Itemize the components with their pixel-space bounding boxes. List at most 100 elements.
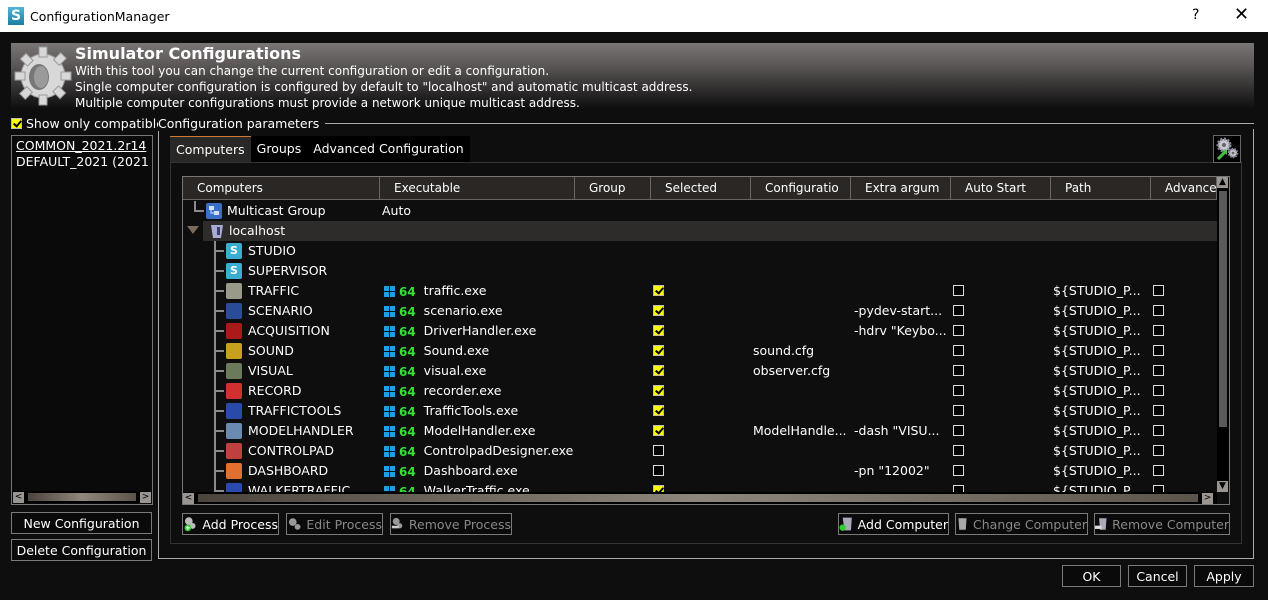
column-header-computers[interactable]: Computers xyxy=(183,177,380,200)
configuration-list[interactable]: COMMON_2021.2r14 DEFAULT_2021 (2021 < > xyxy=(11,135,153,505)
multicast-group-row[interactable]: Multicast Group Auto xyxy=(183,201,1217,221)
localhost-row[interactable]: localhost xyxy=(203,221,1217,241)
scrollbar-thumb[interactable] xyxy=(1219,191,1227,427)
checkbox-checked[interactable] xyxy=(11,118,22,129)
configuration-item[interactable]: DEFAULT_2021 (2021 xyxy=(12,154,152,170)
advanced-checkbox[interactable] xyxy=(1153,425,1164,436)
auto-start-checkbox[interactable] xyxy=(953,445,964,456)
advanced-checkbox[interactable] xyxy=(1153,305,1164,316)
scroll-up-icon[interactable]: ▲ xyxy=(1217,177,1228,188)
process-row[interactable]: DASHBOARD 64 Dashboard.exe -pn "12002" ${ST… xyxy=(183,461,1217,481)
process-name: TRAFFIC xyxy=(248,283,300,298)
grid-vscrollbar[interactable]: ▲ ▼ xyxy=(1217,177,1229,492)
process-row[interactable]: S SUPERVISOR xyxy=(183,261,1217,281)
acquisition-icon xyxy=(226,323,242,339)
delete-configuration-button[interactable]: Delete Configuration xyxy=(11,539,152,561)
advanced-checkbox[interactable] xyxy=(1153,445,1164,456)
cancel-button[interactable]: Cancel xyxy=(1128,565,1187,587)
column-header-configuration[interactable]: Configuratio xyxy=(751,177,851,200)
process-row[interactable]: VISUAL 64 visual.exe observer.cfg ${STUDIO_… xyxy=(183,361,1217,381)
advanced-checkbox[interactable] xyxy=(1153,345,1164,356)
auto-start-checkbox[interactable] xyxy=(953,365,964,376)
column-header-auto-start[interactable]: Auto Start xyxy=(951,177,1051,200)
grid-hscrollbar[interactable]: < > xyxy=(183,492,1217,504)
advanced-checkbox[interactable] xyxy=(1153,365,1164,376)
settings-button[interactable] xyxy=(1213,135,1241,163)
scroll-right-icon[interactable]: > xyxy=(1202,492,1213,504)
tab-advanced-configuration[interactable]: Advanced Configuration xyxy=(307,136,470,162)
scroll-left-icon[interactable]: < xyxy=(13,491,24,503)
column-header-executable[interactable]: Executable xyxy=(380,177,575,200)
remove-process-button[interactable]: Remove Process xyxy=(390,513,512,535)
column-header-extra-arguments[interactable]: Extra argum xyxy=(851,177,951,200)
add-process-button[interactable]: Add Process xyxy=(182,513,279,535)
selected-checkbox[interactable] xyxy=(653,425,664,436)
tree-line xyxy=(216,450,224,452)
auto-start-checkbox[interactable] xyxy=(953,345,964,356)
process-row[interactable]: SCENARIO 64 scenario.exe -pydev-start... ${… xyxy=(183,301,1217,321)
ok-button[interactable]: OK xyxy=(1062,565,1121,587)
edit-process-button[interactable]: Edit Process xyxy=(286,513,383,535)
process-row[interactable]: TRAFFICTOOLS 64 TrafficTools.exe ${STUDIO_… xyxy=(183,401,1217,421)
column-header-advanced[interactable]: Advanced xyxy=(1151,177,1217,200)
selected-checkbox[interactable] xyxy=(653,445,664,456)
computers-tree-grid[interactable]: Computers Executable Group Selected Conf… xyxy=(182,176,1230,505)
arch-badge: 64 xyxy=(399,324,416,339)
tab-computers[interactable]: Computers xyxy=(170,136,251,162)
configuration-list-hscrollbar[interactable]: < > xyxy=(13,491,151,503)
configuration-item[interactable]: COMMON_2021.2r14 xyxy=(12,138,152,154)
scroll-down-icon[interactable]: ▼ xyxy=(1217,481,1228,492)
selected-checkbox[interactable] xyxy=(653,325,664,336)
process-row[interactable]: MODELHANDLER 64 ModelHandler.exe ModelHand… xyxy=(183,421,1217,441)
scroll-left-icon[interactable]: < xyxy=(183,492,194,504)
process-row[interactable]: SOUND 64 Sound.exe sound.cfg ${STUDIO_P... xyxy=(183,341,1217,361)
show-only-compatible-label: Show only compatible xyxy=(26,116,164,131)
windows-icon xyxy=(384,405,396,418)
add-computer-button[interactable]: Add Computer xyxy=(838,513,949,535)
tab-groups[interactable]: Groups xyxy=(251,136,308,162)
auto-start-checkbox[interactable] xyxy=(953,425,964,436)
process-row[interactable]: RECORD 64 recorder.exe ${STUDIO_P... xyxy=(183,381,1217,401)
selected-checkbox[interactable] xyxy=(653,345,664,356)
advanced-checkbox[interactable] xyxy=(1153,285,1164,296)
process-row[interactable]: S STUDIO xyxy=(183,241,1217,261)
add-computer-icon xyxy=(839,517,852,531)
auto-start-checkbox[interactable] xyxy=(953,405,964,416)
auto-start-checkbox[interactable] xyxy=(953,325,964,336)
auto-start-checkbox[interactable] xyxy=(953,285,964,296)
auto-start-checkbox[interactable] xyxy=(953,385,964,396)
advanced-checkbox[interactable] xyxy=(1153,385,1164,396)
advanced-checkbox[interactable] xyxy=(1153,465,1164,476)
help-button[interactable]: ? xyxy=(1192,7,1199,23)
remove-computer-button[interactable]: Remove Computer xyxy=(1094,513,1230,535)
selected-checkbox[interactable] xyxy=(653,365,664,376)
selected-checkbox[interactable] xyxy=(653,385,664,396)
selected-checkbox[interactable] xyxy=(653,305,664,316)
apply-button[interactable]: Apply xyxy=(1194,565,1254,587)
auto-start-checkbox[interactable] xyxy=(953,305,964,316)
advanced-checkbox[interactable] xyxy=(1153,325,1164,336)
process-row[interactable]: ACQUISITION 64 DriverHandler.exe -hdrv "Ke… xyxy=(183,321,1217,341)
process-row[interactable]: TRAFFIC 64 traffic.exe ${STUDIO_P... xyxy=(183,281,1217,301)
scrollbar-thumb[interactable] xyxy=(198,494,1198,502)
tree-line xyxy=(216,310,224,312)
auto-start-checkbox[interactable] xyxy=(953,465,964,476)
process-row[interactable]: CONTROLPAD 64 ControlpadDesigner.exe ${STU… xyxy=(183,441,1217,461)
expand-arrow-icon[interactable] xyxy=(187,226,199,234)
selected-checkbox[interactable] xyxy=(653,405,664,416)
selected-checkbox[interactable] xyxy=(653,285,664,296)
show-only-compatible-checkbox[interactable]: Show only compatible xyxy=(11,116,164,131)
new-configuration-button[interactable]: New Configuration xyxy=(11,512,152,534)
extra-arguments-cell: -hdrv "Keybo... xyxy=(854,323,947,338)
advanced-checkbox[interactable] xyxy=(1153,405,1164,416)
scrollbar-thumb[interactable] xyxy=(28,493,136,501)
column-header-group[interactable]: Group xyxy=(575,177,651,200)
change-computer-label: Change Computer xyxy=(973,516,1087,532)
column-header-selected[interactable]: Selected xyxy=(651,177,751,200)
close-button[interactable]: ✕ xyxy=(1234,4,1249,25)
path-cell: ${STUDIO_P... xyxy=(1053,383,1141,398)
scroll-right-icon[interactable]: > xyxy=(140,491,151,503)
change-computer-button[interactable]: Change Computer xyxy=(955,513,1088,535)
column-header-path[interactable]: Path xyxy=(1051,177,1151,200)
selected-checkbox[interactable] xyxy=(653,465,664,476)
